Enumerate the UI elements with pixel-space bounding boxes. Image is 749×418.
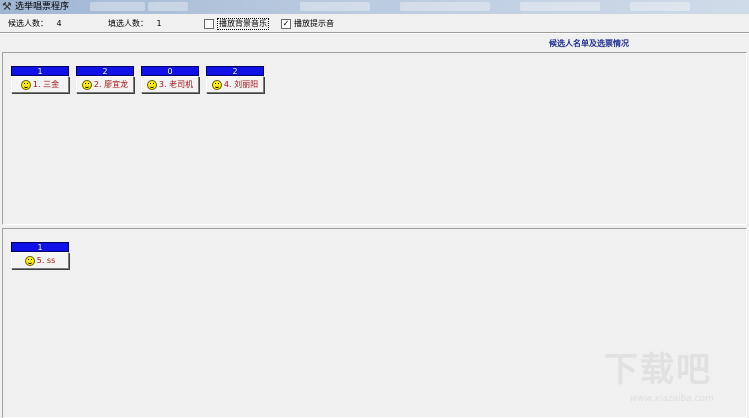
title-bar: ⚒ 选举唱票程序 — [0, 0, 749, 14]
bgm-checkbox[interactable]: 播放背景音乐 — [204, 17, 269, 30]
candidate-card[interactable]: 1 1. 三金 — [11, 66, 69, 93]
candidate-name: 4. 刘丽阳 — [223, 80, 259, 89]
vote-count: 1 — [11, 242, 69, 252]
bgm-checkbox-label[interactable]: 播放背景音乐 — [217, 17, 269, 30]
tone-checkbox-box[interactable]: ✓ — [281, 18, 291, 29]
background-tab — [630, 2, 690, 11]
window-title: 选举唱票程序 — [15, 2, 70, 12]
smiley-icon — [24, 255, 35, 266]
background-tab — [400, 2, 490, 11]
vote-count: 1 — [11, 66, 69, 76]
list-title: 候选人名单及选票情况 — [549, 39, 629, 48]
candidates-label: 候选人数： — [8, 19, 48, 28]
candidate-card[interactable]: 0 3. 老司机 — [141, 66, 199, 93]
candidate-panel-top: 1 1. 三金 2 2. 廖宜龙 0 3. 老司机 2 4. 刘丽阳 — [2, 52, 747, 225]
candidate-button[interactable]: 2. 廖宜龙 — [76, 76, 134, 93]
vote-count: 2 — [206, 66, 264, 76]
candidate-card[interactable]: 2 2. 廖宜龙 — [76, 66, 134, 93]
vote-count: 0 — [141, 66, 199, 76]
candidate-button[interactable]: 1. 三金 — [11, 76, 69, 93]
candidate-name: 3. 老司机 — [158, 80, 194, 89]
candidate-card[interactable]: 1 5. ss — [11, 242, 69, 269]
background-tab — [520, 2, 600, 11]
smiley-icon — [20, 79, 31, 90]
candidate-name: 2. 廖宜龙 — [93, 80, 129, 89]
candidate-button[interactable]: 3. 老司机 — [141, 76, 199, 93]
watermark: 下载吧 www.xiazaiba.com — [604, 350, 744, 412]
candidate-button[interactable]: 5. ss — [11, 252, 69, 269]
background-tab — [148, 2, 188, 11]
bgm-checkbox-box[interactable] — [204, 18, 214, 29]
candidate-name: 5. ss — [36, 256, 56, 265]
tools-icon: ⚒ — [2, 0, 12, 13]
smiley-icon — [81, 79, 92, 90]
selected-label: 填选人数： — [108, 19, 148, 28]
smiley-icon — [146, 79, 157, 90]
candidate-button[interactable]: 4. 刘丽阳 — [206, 76, 264, 93]
separator — [0, 32, 749, 34]
smiley-icon — [211, 79, 222, 90]
candidates-count: 候选人数： 4 — [8, 19, 62, 29]
candidates-value: 4 — [56, 19, 62, 28]
tone-checkbox[interactable]: ✓ 播放提示音 — [281, 18, 334, 29]
background-tab — [300, 2, 370, 11]
candidate-name: 1. 三金 — [32, 80, 60, 89]
selected-count: 填选人数： 1 — [108, 19, 162, 29]
selected-value: 1 — [156, 19, 162, 28]
watermark-url: www.xiazaiba.com — [630, 394, 714, 404]
background-tab — [90, 2, 145, 11]
watermark-logo: 下载吧 — [604, 350, 712, 390]
tone-checkbox-label[interactable]: 播放提示音 — [294, 19, 334, 29]
vote-count: 2 — [76, 66, 134, 76]
candidate-card[interactable]: 2 4. 刘丽阳 — [206, 66, 264, 93]
info-bar: 候选人数： 4 填选人数： 1 播放背景音乐 ✓ 播放提示音 — [0, 15, 749, 32]
